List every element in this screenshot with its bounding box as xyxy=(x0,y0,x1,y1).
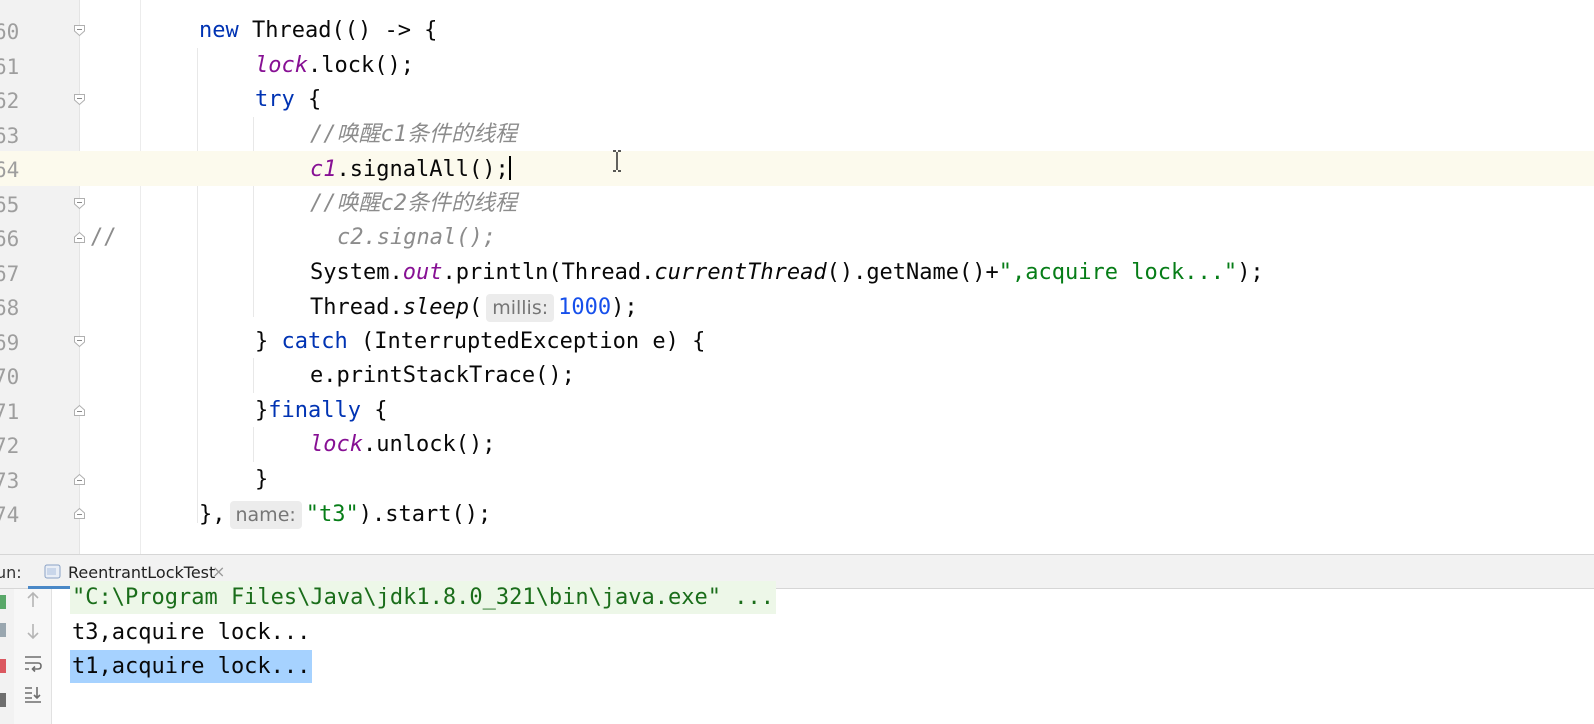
parameter-hint: name: xyxy=(229,501,302,529)
run-tab-label: ReentrantLockTest xyxy=(68,563,216,582)
fold-marker-icon[interactable] xyxy=(73,507,86,520)
fold-marker-icon[interactable] xyxy=(73,335,86,348)
fold-marker-icon[interactable] xyxy=(73,404,86,417)
code-line[interactable]: 62 try { xyxy=(0,82,1594,117)
code-text: lock.unlock(); xyxy=(310,432,496,457)
code-text: }finally { xyxy=(255,398,388,423)
line-number: 62 xyxy=(0,89,20,113)
code-text: } catch (InterruptedException e) { xyxy=(255,329,706,354)
line-number: 74 xyxy=(0,503,20,527)
run-panel-label: un: xyxy=(0,563,22,582)
code-line[interactable]: 70 e.printStackTrace(); xyxy=(0,358,1594,393)
code-line[interactable]: 73 } xyxy=(0,462,1594,497)
code-line[interactable]: 63 //唤醒c1条件的线程 xyxy=(0,117,1594,152)
line-number: 66 xyxy=(0,227,20,251)
line-number: 60 xyxy=(0,20,20,44)
text-caret xyxy=(508,156,511,180)
java-class-icon xyxy=(44,564,61,579)
fold-marker-icon[interactable] xyxy=(73,231,86,244)
line-number: 65 xyxy=(0,193,20,217)
code-line[interactable]: 65 //唤醒c2条件的线程 xyxy=(0,186,1594,221)
code-line[interactable]: 66 // c2.signal(); xyxy=(0,220,1594,255)
code-text: try { xyxy=(255,87,322,112)
pin-icon[interactable] xyxy=(0,693,6,707)
line-number: 69 xyxy=(0,331,20,355)
code-text: new Thread(() -> { xyxy=(199,18,438,43)
code-line[interactable]: 68 Thread.sleep(millis: 1000); xyxy=(0,289,1594,324)
comment-prefix: // xyxy=(90,225,117,250)
fold-marker-icon[interactable] xyxy=(73,93,86,106)
code-text: }, name: "t3").start(); xyxy=(199,501,492,529)
code-text: System.out.println(Thread.currentThread(… xyxy=(310,260,1264,285)
console-output[interactable]: "C:\Program Files\Java\jdk1.8.0_321\bin\… xyxy=(52,581,1594,724)
code-line[interactable]: 69 } catch (InterruptedException e) { xyxy=(0,324,1594,359)
close-icon[interactable]: × xyxy=(212,562,225,581)
soft-wrap-icon[interactable] xyxy=(22,652,44,674)
console-toolbar xyxy=(14,589,52,724)
code-comment: //唤醒c1条件的线程 xyxy=(310,122,517,147)
restart-icon[interactable] xyxy=(0,623,6,637)
console-command-line: "C:\Program Files\Java\jdk1.8.0_321\bin\… xyxy=(70,581,776,614)
line-number: 68 xyxy=(0,296,20,320)
console-output-line: t3,acquire lock... xyxy=(72,620,311,645)
line-number: 63 xyxy=(0,124,20,148)
line-number: 61 xyxy=(0,55,20,79)
code-line[interactable]: 60 new Thread(() -> { xyxy=(0,13,1594,48)
code-comment: c2.signal(); xyxy=(337,225,496,250)
code-text: e.printStackTrace(); xyxy=(310,363,575,388)
fold-marker-icon[interactable] xyxy=(73,24,86,37)
code-line[interactable]: 72 lock.unlock(); xyxy=(0,427,1594,462)
run-actions-strip xyxy=(0,589,14,724)
scroll-to-end-icon[interactable] xyxy=(22,683,44,705)
current-code-line[interactable]: 64 c1.signalAll(); xyxy=(0,151,1594,186)
code-text: lock.lock(); xyxy=(255,53,414,78)
line-number: 71 xyxy=(0,400,20,424)
scroll-up-icon[interactable] xyxy=(22,589,44,611)
code-line[interactable]: 74 }, name: "t3").start(); xyxy=(0,496,1594,531)
code-editor[interactable]: 60 new Thread(() -> { 61 lock.lock(); 62… xyxy=(0,0,1594,554)
code-line[interactable]: 61 lock.lock(); xyxy=(0,48,1594,83)
text-cursor-icon xyxy=(612,150,622,172)
line-number: 73 xyxy=(0,469,20,493)
fold-marker-icon[interactable] xyxy=(73,473,86,486)
line-number: 72 xyxy=(0,434,20,458)
stop-icon[interactable] xyxy=(0,659,6,673)
line-number: 64 xyxy=(0,158,20,182)
code-text: c1.signalAll(); xyxy=(310,156,511,182)
rerun-icon[interactable] xyxy=(0,595,6,609)
parameter-hint: millis: xyxy=(486,294,555,322)
line-number: 67 xyxy=(0,262,20,286)
scroll-down-icon[interactable] xyxy=(22,620,44,642)
code-comment: //唤醒c2条件的线程 xyxy=(310,191,517,216)
code-line[interactable]: 71 }finally { xyxy=(0,393,1594,428)
line-number: 70 xyxy=(0,365,20,389)
code-line[interactable]: 67 System.out.println(Thread.currentThre… xyxy=(0,255,1594,290)
code-text: } xyxy=(255,467,269,492)
console-output-line-selected: t1,acquire lock... xyxy=(70,650,313,683)
fold-marker-icon[interactable] xyxy=(73,197,86,210)
code-text: Thread.sleep(millis: 1000); xyxy=(310,294,638,322)
